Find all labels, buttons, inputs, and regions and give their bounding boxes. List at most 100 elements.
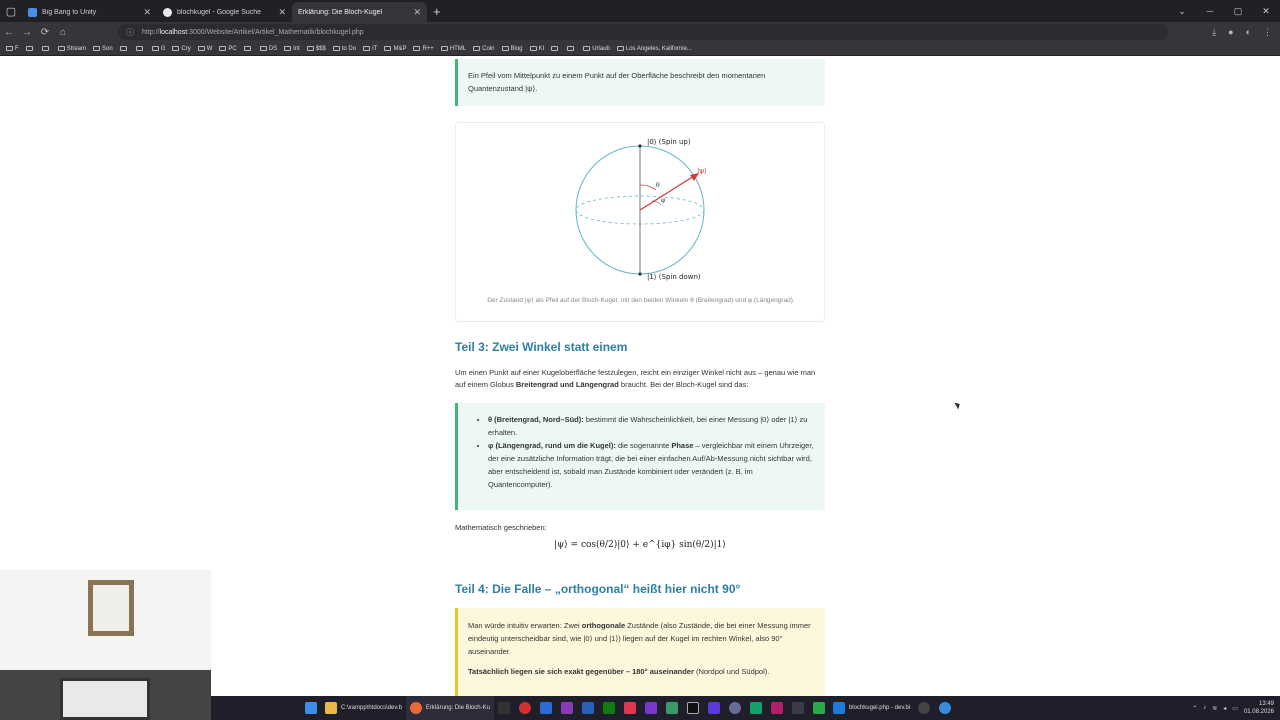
bookmark-item[interactable] [119,46,129,51]
bookmark-item[interactable] [135,46,145,51]
bookmark-item[interactable]: Blog [501,46,523,52]
folder-icon [413,46,421,51]
tab-big-bang[interactable]: Big Bang to Unity ✕ [22,2,157,22]
taskbar-vscode[interactable]: blochkugel.php - dev.bi [829,696,914,720]
taskbar-explorer[interactable]: C:\xampp\htdocs\dev.b [321,696,406,720]
bookmark-item[interactable]: DS [259,46,277,52]
url-field[interactable]: ⓘ http://localhost:3000/Website/Artikel/… [118,24,1168,40]
bookmark-item[interactable]: Los Angeles, Kalifornie... [616,46,692,52]
bookmark-item[interactable]: PC [219,45,237,52]
ide-icon[interactable] [770,702,783,714]
app-icon[interactable] [644,702,657,714]
close-icon[interactable]: ✕ [278,7,286,18]
toolbar-actions: ⤓ ● ◐ ⋮ [1212,27,1272,38]
system-tray: ⌃ ♪ ≋ ◂ ▭ 13:49 01.08.2026 [1192,696,1274,720]
back-icon[interactable]: ← [0,27,18,38]
bookmark-item[interactable] [25,46,35,51]
bookmark-label: Son [102,45,113,52]
bookmark-item[interactable]: Coin [473,46,495,52]
bookmark-item[interactable]: Urlaub [583,46,610,52]
folder-icon [332,46,340,51]
psi-arrow [639,175,695,211]
taskbar-app-icons [494,696,829,720]
close-icon[interactable]: ✕ [413,7,421,18]
bookmark-item[interactable] [551,46,560,51]
bookmark-item[interactable]: R++ [413,45,434,52]
bookmark-item[interactable]: M&P [384,46,406,52]
acrobat-icon[interactable] [518,702,531,714]
bookmark-item[interactable]: HTML [440,46,466,52]
bookmark-item[interactable]: Cry [172,45,191,52]
microphone-icon[interactable]: ♪ [1203,705,1206,711]
menu-icon[interactable]: ⋮ [1263,27,1272,38]
tab-search-icon[interactable]: ▢ [0,0,22,22]
bookmark-item[interactable]: G [151,46,165,52]
bookmark-item[interactable]: Stream [57,46,86,52]
tray-chevron-icon[interactable]: ⌃ [1192,705,1197,712]
globe-icon[interactable] [939,702,952,714]
tab-google-search[interactable]: blochkugel - Google Suche ✕ [157,2,292,22]
p2-rest: (Nordpol und Südpol). [693,667,770,676]
forward-icon[interactable]: → [18,27,36,38]
download-icon[interactable]: ⤓ [1212,27,1216,38]
word-icon[interactable] [581,702,594,714]
folder-icon [243,46,251,51]
explorer-label: C:\xampp\htdocs\dev.b [341,705,402,711]
bookmark-item[interactable]: KI [529,46,544,52]
home-icon[interactable]: ⌂ [54,27,72,38]
site-info-icon[interactable]: ⓘ [126,27,134,38]
reload-icon[interactable]: ⟳ [36,27,54,38]
tv-icon[interactable] [497,702,510,714]
taskbar: C:\xampp\htdocs\dev.b Erklärung: Die Blo… [211,696,1280,720]
music-icon[interactable] [623,702,636,714]
chat-icon[interactable] [812,702,825,714]
bookmark-item[interactable] [41,46,51,51]
close-icon[interactable]: ✕ [143,7,151,18]
taskbar-extra-icons [914,696,955,720]
ide-icon[interactable] [749,702,762,714]
clock[interactable]: 13:49 01.08.2026 [1244,700,1274,716]
bookmark-label: W [206,45,213,52]
bookmark-item[interactable]: Int [284,46,300,52]
tab-title: Big Bang to Unity [42,8,97,16]
xbox-icon[interactable] [602,702,615,714]
folder-icon [501,46,509,51]
app-icon[interactable] [665,702,678,714]
clock-time: 13:49 [1258,701,1274,707]
bookmark-item[interactable]: IT [363,46,377,52]
mouse-cursor-icon [954,400,962,410]
app-icon[interactable] [791,702,804,714]
new-tab-button[interactable]: + [433,4,441,19]
list-item-theta: θ (Breitengrad, Nord–Süd): bestimmt die … [488,413,815,439]
taskbar-browser[interactable]: Erklärung: Die Bloch-Ku [405,696,494,720]
bookmark-item[interactable]: F [6,46,19,52]
bookmark-label: Cry [181,45,191,52]
tab-bloch-kugel[interactable]: Erklärung: Die Bloch-Kugel ✕ [292,2,427,22]
minimize-icon[interactable]: ─ [1196,6,1224,16]
wifi-icon[interactable]: ≋ [1212,705,1217,712]
volume-icon[interactable]: ◂ [1223,705,1226,712]
bookmarks-bar: F Stream Son G Cry W PC DS Int $$$ to Do IT M&P R++ HT… [0,42,1280,56]
start-button[interactable] [301,696,321,720]
app-icon[interactable] [728,702,741,714]
app-icon[interactable] [707,702,720,714]
bookmark-item[interactable]: W [197,45,213,52]
window-close-icon[interactable]: ✕ [1252,6,1280,17]
bookmark-item[interactable] [243,46,253,51]
tab-list-icon[interactable]: ⌄ [1168,6,1196,17]
maximize-icon[interactable]: ▢ [1224,6,1252,17]
terminal-icon[interactable] [686,702,699,714]
profile-icon[interactable]: ◐ [1246,27,1251,38]
bookmark-label: R++ [422,45,434,52]
bookmark-item[interactable]: to Do [332,46,356,52]
battery-icon[interactable]: ▭ [1232,705,1238,712]
folder-icon [41,46,49,51]
bookmark-label: PC [228,45,237,52]
bookmark-item[interactable]: Son [93,46,113,52]
settings-icon[interactable] [918,702,931,714]
bookmark-item[interactable] [567,46,576,51]
extension-icon[interactable]: ● [1228,27,1233,38]
bookmark-item[interactable]: $$$ [306,46,326,52]
onenote-icon[interactable] [560,702,573,714]
outlook-icon[interactable] [539,702,552,714]
